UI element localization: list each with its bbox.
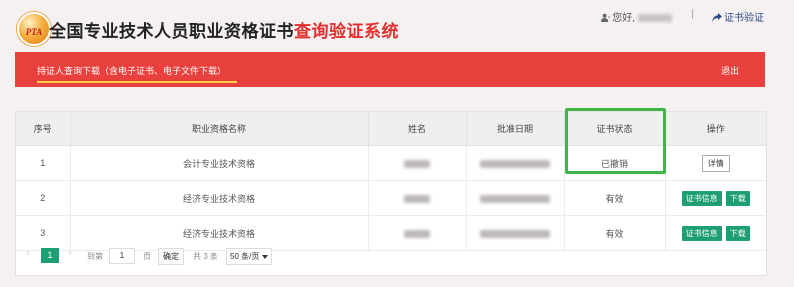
page-number-input[interactable]: 1 [109,248,135,264]
certificate-table: 序号 职业资格名称 姓名 批准日期 证书状态 操作 1 会计专业技术资格 已撤销… [16,112,766,251]
row-qualification: 会计专业技术资格 [70,145,369,181]
masked-date [480,229,550,238]
row-index: 1 [16,145,71,181]
row-name-cell [368,145,467,181]
masked-date [480,159,550,168]
certificate-panel: 序号 职业资格名称 姓名 批准日期 证书状态 操作 1 会计专业技术资格 已撤销… [15,111,767,276]
user-greeting: 您好, [601,9,672,24]
current-page-button[interactable]: 1 [41,248,59,263]
page-label: 页 [143,252,151,261]
user-icon [601,13,611,22]
total-count: 共 3 条 [193,252,218,261]
header-actions: 操作 [665,112,766,146]
share-arrow-icon [712,13,722,22]
header-approval-date: 批准日期 [466,112,565,146]
header: PTA 全国专业技术人员职业资格证书查询验证系统 您好, | 证书验证 [0,0,794,48]
greeting-text: 您好, [612,13,635,24]
title-sub: 查询验证系统 [294,22,399,41]
row-date-cell [466,180,565,216]
page-size-value: 50 条/页 [230,252,260,261]
download-button[interactable]: 下载 [725,225,750,241]
masked-name [404,229,430,238]
pta-logo: PTA [17,12,51,46]
masked-name [404,159,430,168]
pagination: ‹ 1 › 到第 1 页 确定 共 3 条 50 条/页 [16,244,766,270]
certificate-info-button[interactable]: 证书信息 [681,225,722,241]
header-qualification: 职业资格名称 [70,112,369,146]
header-name: 姓名 [368,112,467,146]
goto-label: 到第 [87,252,103,261]
header-separator: | [691,9,694,20]
table-row: 2 经济专业技术资格 有效 证书信息 下载 [16,180,766,216]
row-status: 有效 [564,180,666,216]
masked-username [638,14,672,23]
row-qualification: 经济专业技术资格 [70,180,369,216]
row-status: 已撤销 [564,145,666,181]
header-index: 序号 [16,112,71,146]
row-name-cell [368,180,467,216]
logout-button[interactable]: 退出 [721,64,739,77]
tab-holder-query-download[interactable]: 持证人查询下载（含电子证书、电子文件下载） [37,64,226,77]
masked-name [404,194,430,203]
detail-button[interactable]: 详情 [701,154,730,172]
masked-date [480,194,550,203]
nav-bar: 持证人查询下载（含电子证书、电子文件下载） 退出 [15,52,765,87]
logo-text: PTA [25,27,43,37]
table-row: 1 会计专业技术资格 已撤销 详情 [16,145,766,181]
row-actions: 证书信息 下载 [665,180,766,216]
row-date-cell [466,145,565,181]
chevron-down-icon [261,255,268,259]
certificate-verify-link[interactable]: 证书验证 [712,9,764,24]
prev-page-button[interactable]: ‹ [26,247,30,259]
certificate-info-button[interactable]: 证书信息 [681,190,722,206]
header-status: 证书状态 [564,112,666,146]
table-header-row: 序号 职业资格名称 姓名 批准日期 证书状态 操作 [16,112,766,146]
row-index: 2 [16,180,71,216]
page-title: 全国专业技术人员职业资格证书查询验证系统 [49,17,399,42]
row-actions: 详情 [665,145,766,181]
download-button[interactable]: 下载 [725,190,750,206]
confirm-page-button[interactable]: 确定 [158,248,184,265]
title-main: 全国专业技术人员职业资格证书 [49,22,294,41]
active-tab-underline [37,81,237,83]
page-size-select[interactable]: 50 条/页 [226,248,272,265]
next-page-button[interactable]: › [68,247,72,259]
verify-link-label: 证书验证 [724,13,764,24]
